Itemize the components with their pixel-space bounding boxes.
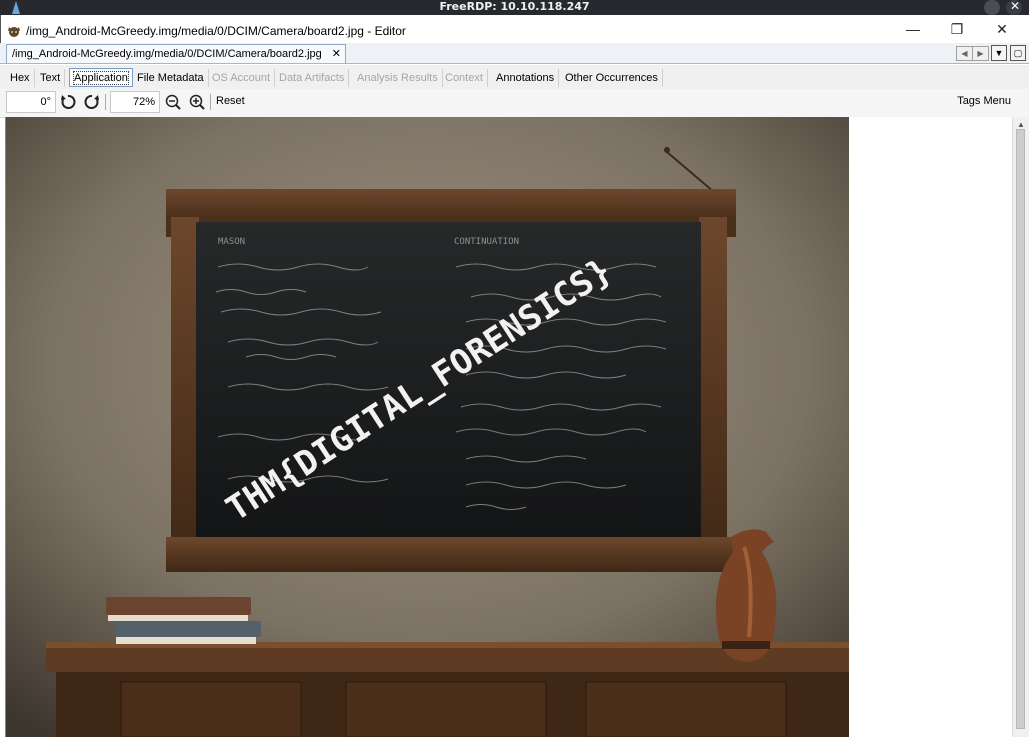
reset-button[interactable]: Reset (216, 95, 245, 107)
tab-application-label: Application (73, 71, 129, 85)
tab-next-button[interactable]: ▶ (972, 46, 989, 61)
tab-other-occurrences-label: Other Occurrences (565, 72, 658, 84)
rotation-field[interactable]: 0° (6, 91, 56, 113)
tab-application[interactable]: Application (69, 68, 133, 87)
tab-analysis-results-label: Analysis Results (357, 72, 438, 84)
board-photo: MASON CONTINUATION THM{DIGITAL_FORENSICS… (6, 117, 850, 737)
board-left-heading: MASON (218, 237, 245, 247)
tab-prev-button[interactable]: ◀ (956, 46, 973, 61)
vertical-scrollbar[interactable]: ▲ (1012, 117, 1029, 737)
zoom-out-icon[interactable] (164, 93, 182, 111)
tab-file-metadata-label: File Metadata (137, 72, 204, 84)
rotate-left-icon[interactable] (59, 93, 77, 111)
scrollbar-thumb[interactable] (1016, 129, 1025, 729)
rdp-title-bar: FreeRDP: 10.10.118.247 ✕ (0, 0, 1029, 15)
restore-button[interactable]: ❐ (943, 19, 971, 39)
tab-os-account-label: OS Account (212, 72, 271, 84)
tab-data-artifacts: Data Artifacts (275, 69, 350, 87)
tab-hex-label: Hex (10, 72, 30, 84)
rdp-title: FreeRDP: 10.10.118.247 (439, 0, 590, 13)
tab-analysis-results: Analysis Results (353, 69, 443, 87)
toolbar-separator (105, 94, 106, 110)
tab-os-account: OS Account (208, 69, 276, 87)
image-side-panel (849, 117, 1012, 737)
viewer-tabs: Hex Text Application File Metadata OS Ac… (0, 65, 1029, 90)
tab-data-artifacts-label: Data Artifacts (279, 72, 345, 84)
rdp-minimize-button[interactable] (984, 0, 1000, 15)
tab-close-icon[interactable]: ✕ (332, 45, 341, 63)
window-title: /img_Android-McGreedy.img/media/0/DCIM/C… (26, 24, 406, 38)
tab-annotations[interactable]: Annotations (492, 69, 560, 87)
maximize-pane-button[interactable]: ▢ (1010, 45, 1026, 61)
toolbar-separator (210, 94, 211, 110)
tab-hex[interactable]: Hex (6, 69, 35, 87)
window-title-bar: /img_Android-McGreedy.img/media/0/DCIM/C… (0, 15, 1029, 43)
tab-scroll-buttons: ◀ ▶ (956, 45, 989, 61)
document-tab-label: /img_Android-McGreedy.img/media/0/DCIM/C… (12, 48, 322, 60)
tab-context: Context (441, 69, 488, 87)
zoom-in-icon[interactable] (188, 93, 206, 111)
document-tab-row: /img_Android-McGreedy.img/media/0/DCIM/C… (0, 43, 1029, 64)
tab-text[interactable]: Text (36, 69, 66, 87)
rdp-close-button[interactable]: ✕ (1006, 0, 1022, 15)
close-button[interactable]: ✕ (988, 19, 1016, 39)
tab-other-occurrences[interactable]: Other Occurrences (561, 69, 663, 87)
minimize-button[interactable]: — (899, 19, 927, 39)
board-right-heading: CONTINUATION (454, 237, 519, 247)
image-toolbar: 0° 72% Reset Tags Menu (0, 89, 1029, 118)
tab-list-dropdown-button[interactable]: ▼ (991, 45, 1007, 61)
tags-menu-button[interactable]: Tags Menu (957, 95, 1011, 107)
rotate-right-icon[interactable] (83, 93, 101, 111)
close-icon: ✕ (1010, 0, 1021, 13)
tab-context-label: Context (445, 72, 483, 84)
tab-text-label: Text (40, 72, 61, 84)
image-viewer[interactable]: MASON CONTINUATION THM{DIGITAL_FORENSICS… (5, 117, 850, 737)
tab-file-metadata[interactable]: File Metadata (133, 69, 209, 87)
tab-annotations-label: Annotations (496, 72, 555, 84)
autopsy-app-icon (8, 27, 20, 37)
scroll-up-icon[interactable]: ▲ (1017, 120, 1025, 129)
zoom-field[interactable]: 72% (110, 91, 160, 113)
document-tab[interactable]: /img_Android-McGreedy.img/media/0/DCIM/C… (6, 44, 346, 63)
